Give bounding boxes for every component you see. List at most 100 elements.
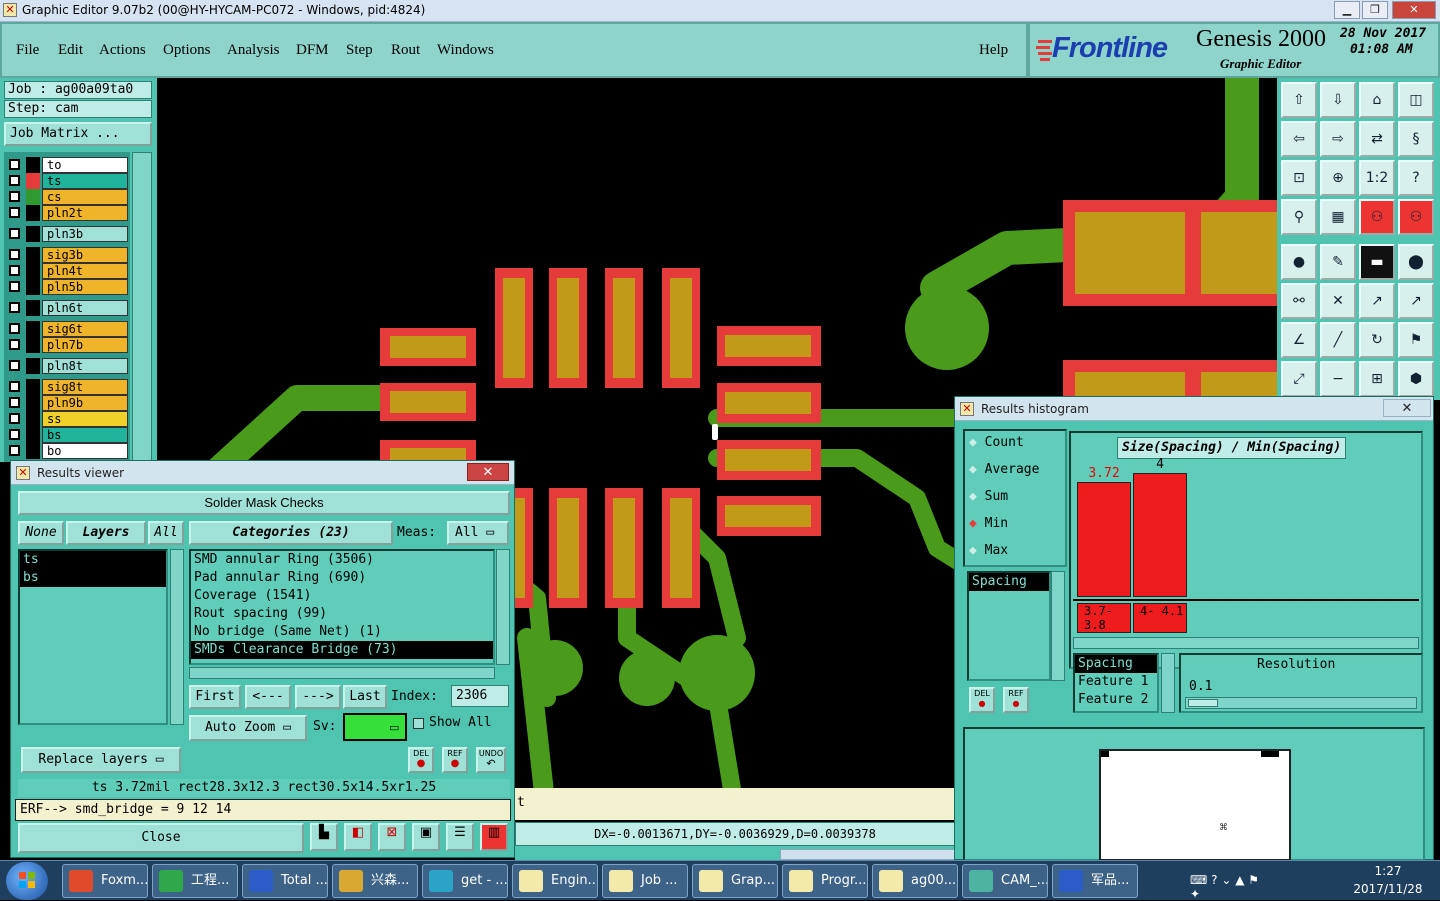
list-item[interactable]: bs (20, 569, 166, 587)
clock-date[interactable]: 2017/11/28 (1346, 882, 1430, 896)
histogram-hscrollbar[interactable] (1073, 637, 1419, 649)
start-button[interactable] (6, 862, 48, 900)
result-tool-2-icon[interactable]: ◧ (344, 823, 372, 851)
ref-button[interactable]: REF ● (442, 747, 468, 773)
layer-name[interactable]: pln4t (42, 263, 128, 279)
layer-checkbox[interactable] (9, 429, 20, 440)
list-item[interactable]: Feature 1 (1075, 673, 1157, 691)
tool-right-icon[interactable]: ⇨ (1320, 121, 1356, 157)
layer-row-to[interactable]: to (6, 157, 128, 173)
tool-arc-icon[interactable]: ↻ (1359, 322, 1395, 358)
menu-file[interactable]: File (16, 42, 39, 59)
category-hscrollbar[interactable] (189, 667, 495, 679)
result-tool-1-icon[interactable]: ▙ (310, 823, 338, 851)
tool-home-icon[interactable]: ⇧ (1281, 82, 1317, 118)
measure-scrollbar[interactable] (1051, 571, 1065, 681)
categories-button[interactable]: Categories (23) (189, 521, 393, 545)
layer-name[interactable]: pln7b (42, 337, 128, 353)
taskbar-item[interactable]: Total ... (242, 864, 328, 898)
layer-checkbox[interactable] (9, 191, 20, 202)
tool-dot-icon[interactable]: ⬤ (1398, 244, 1434, 280)
mode-radio-min[interactable]: ◆ Min (969, 516, 1008, 531)
tool-grid-icon[interactable]: ▦ (1320, 199, 1356, 235)
list-item[interactable]: Feature 2 (1075, 691, 1157, 709)
menu-help[interactable]: Help (979, 42, 1008, 59)
list-item[interactable]: ts (20, 551, 166, 569)
restore-button[interactable]: ❐ (1362, 1, 1388, 19)
list-item[interactable]: Spacing (1075, 655, 1157, 673)
layer-row-cs[interactable]: cs (6, 189, 128, 205)
layer-checkbox[interactable] (9, 413, 20, 424)
layer-name[interactable]: sig8t (42, 379, 128, 395)
measure-list[interactable]: Spacing (967, 571, 1051, 681)
menu-options[interactable]: Options (163, 42, 211, 59)
resolution-slider[interactable] (1185, 697, 1417, 709)
tool-minus-icon[interactable]: − (1320, 361, 1356, 397)
layer-row-pln8t[interactable]: pln8t (6, 358, 128, 374)
taskbar-item[interactable]: 工程... (152, 864, 238, 898)
layer-name[interactable]: to (42, 157, 128, 173)
close-window-button[interactable]: ✕ (1392, 1, 1436, 19)
layer-name[interactable]: sig3b (42, 247, 128, 263)
mode-radio-max[interactable]: ◆ Max (969, 543, 1008, 558)
list-item[interactable]: Coverage (1541) (191, 587, 493, 605)
clock-time[interactable]: 1:27 (1346, 864, 1430, 878)
tool-net-icon[interactable]: ⚇ (1359, 199, 1395, 235)
layer-name[interactable]: pln9b (42, 395, 128, 411)
tool-down-icon[interactable]: ⇩ (1320, 82, 1356, 118)
all-button[interactable]: All (148, 521, 184, 545)
list-item[interactable]: Spacing (969, 573, 1049, 591)
feature-list[interactable]: Spacing Feature 1 Feature 2 (1073, 653, 1159, 713)
layer-checkbox[interactable] (9, 281, 20, 292)
solder-mask-checks-header[interactable]: Solder Mask Checks (18, 491, 510, 515)
auto-zoom-select[interactable]: Auto Zoom ▭ (189, 715, 307, 741)
tool-flag-icon[interactable]: ⚑ (1398, 322, 1434, 358)
mode-radio-sum[interactable]: ◆ Sum (969, 489, 1008, 504)
taskbar-item[interactable]: Progr... (782, 864, 868, 898)
mode-radio-average[interactable]: ◆ Average (969, 462, 1039, 477)
layer-row-sig8t[interactable]: sig8t (6, 379, 128, 395)
tool-s-icon[interactable]: § (1398, 121, 1434, 157)
tool-link-icon[interactable]: ↗ (1359, 283, 1395, 319)
layer-checkbox[interactable] (9, 381, 20, 392)
layer-row-ss[interactable]: ss (6, 411, 128, 427)
meas-select[interactable]: All ▭ (447, 521, 509, 545)
layer-name[interactable]: pln8t (42, 358, 128, 374)
category-scrollbar[interactable] (496, 549, 510, 665)
result-histogram-icon[interactable]: ▥ (480, 823, 508, 851)
menu-rout[interactable]: Rout (391, 42, 420, 59)
sv-color-select[interactable]: ▭ (343, 713, 407, 741)
tool-group-icon[interactable]: ⬢ (1398, 361, 1434, 397)
menu-actions[interactable]: Actions (99, 42, 146, 59)
layer-checkbox[interactable] (9, 445, 20, 456)
result-tool-3-icon[interactable]: ⊠ (378, 823, 406, 851)
feature-scrollbar[interactable] (1161, 653, 1175, 713)
layer-results-list[interactable]: ts bs (18, 549, 168, 725)
none-button[interactable]: None (18, 521, 64, 545)
taskbar-item[interactable]: get - ... (422, 864, 508, 898)
tool-building-icon[interactable]: ⌂ (1359, 82, 1395, 118)
tool-left-icon[interactable]: ⇦ (1281, 121, 1317, 157)
show-all-checkbox[interactable] (413, 718, 424, 729)
layer-row-pln2t[interactable]: pln2t (6, 205, 128, 221)
layer-row-pln3b[interactable]: pln3b (6, 226, 128, 242)
layer-row-bs[interactable]: bs (6, 427, 128, 443)
layer-checkbox[interactable] (9, 339, 20, 350)
taskbar-item[interactable]: Foxm... (62, 864, 148, 898)
tool-pad-icon[interactable]: ● (1281, 244, 1317, 280)
tool-zoom-icon[interactable]: ⊕ (1320, 160, 1356, 196)
histogram-bar[interactable] (1133, 473, 1187, 597)
layer-checkbox[interactable] (9, 207, 20, 218)
menu-step[interactable]: Step (346, 42, 373, 59)
list-item[interactable]: Pad annular Ring (690) (191, 569, 493, 587)
menu-windows[interactable]: Windows (437, 42, 494, 59)
tool-scale-icon[interactable]: 1:2 (1359, 160, 1395, 196)
tool-ruler-icon[interactable]: ▬ (1359, 244, 1395, 280)
resolution-slider-thumb[interactable] (1188, 699, 1218, 707)
tool-net2-icon[interactable]: ⚇ (1398, 199, 1434, 235)
taskbar-item[interactable]: 军品... (1052, 864, 1138, 898)
close-button[interactable]: Close (18, 823, 304, 853)
histogram-close-icon[interactable]: ✕ (1383, 399, 1431, 417)
list-item[interactable]: SMDs Clearance Bridge (73) (191, 641, 493, 659)
tool-connect-icon[interactable]: ⚯ (1281, 283, 1317, 319)
